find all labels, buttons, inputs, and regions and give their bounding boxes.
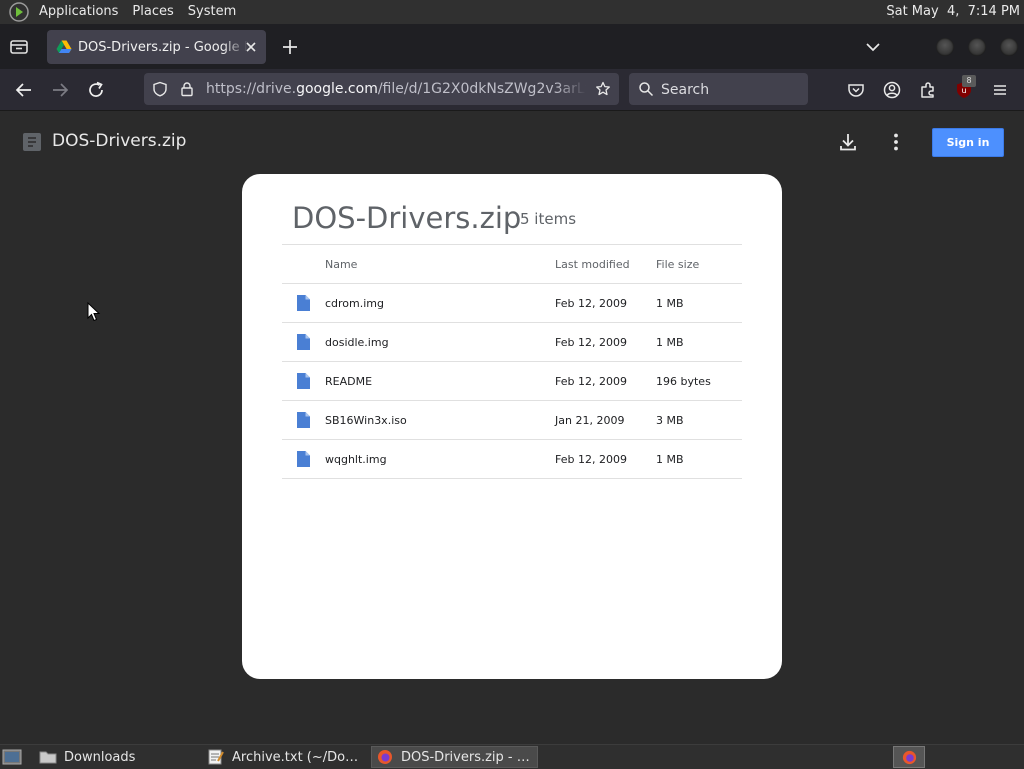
account-icon[interactable] — [882, 80, 902, 100]
lock-icon[interactable] — [179, 81, 195, 97]
search-icon — [639, 82, 654, 97]
file-modified: Jan 21, 2009 — [555, 400, 656, 440]
archive-title: DOS-Drivers.zip — [292, 201, 522, 235]
new-tab-icon[interactable] — [280, 37, 300, 57]
mouse-pointer-icon — [87, 302, 101, 322]
table-header-row: Name Last modified File size — [282, 244, 742, 284]
size-column-header: File size — [656, 244, 742, 284]
file-name: README — [325, 361, 555, 401]
archive-preview-card: DOS-Drivers.zip 5 items Name Last modifi… — [242, 174, 782, 679]
svg-text:u: u — [961, 86, 966, 95]
ublock-badge: 8 — [962, 75, 976, 87]
icon-column-header — [282, 244, 325, 284]
menu-places[interactable]: Places — [125, 0, 180, 24]
file-size: 1 MB — [656, 283, 742, 323]
menu-applications[interactable]: Applications — [32, 0, 125, 24]
maximize-window-button[interactable] — [968, 38, 986, 56]
taskbar-item-firefox[interactable]: DOS-Drivers.zip - Google Drive — [371, 746, 538, 768]
reload-icon[interactable] — [86, 80, 106, 100]
close-window-button[interactable] — [1000, 38, 1018, 56]
firefox-icon — [902, 750, 916, 765]
more-options-icon[interactable] — [884, 130, 908, 154]
file-size: 1 MB — [656, 439, 742, 479]
archive-file-table: Name Last modified File size cdrom.img F… — [282, 244, 742, 479]
chevron-down-icon[interactable] — [864, 38, 882, 56]
download-icon[interactable] — [836, 130, 860, 154]
taskbar-item-label: Downloads — [64, 749, 136, 765]
pocket-icon[interactable] — [846, 80, 866, 100]
archive-file-icon — [23, 133, 41, 151]
extensions-icon[interactable] — [918, 80, 938, 100]
file-name: cdrom.img — [325, 283, 555, 323]
document-icon — [297, 412, 310, 428]
taskbar-item-label: Archive.txt (~/Downloads) — [232, 749, 368, 765]
tray-firefox-launcher[interactable] — [893, 746, 925, 768]
viewer-file-name: DOS-Drivers.zip — [52, 131, 187, 151]
taskbar-item-downloads[interactable]: Downloads — [35, 746, 200, 768]
file-icon-cell — [282, 400, 325, 440]
name-column-header: Name — [325, 244, 555, 284]
file-icon-cell — [282, 322, 325, 362]
file-modified: Feb 12, 2009 — [555, 439, 656, 479]
sign-in-button[interactable]: Sign in — [932, 128, 1004, 157]
file-size: 1 MB — [656, 322, 742, 362]
desktop-top-panel: Applications Places System Sat May 4, 7:… — [0, 0, 1024, 24]
folder-icon — [39, 751, 57, 764]
firefox-view-icon[interactable] — [8, 36, 30, 58]
search-input[interactable] — [659, 73, 803, 107]
file-size: 196 bytes — [656, 361, 742, 401]
url-path: /file/d/1G2X0dkNsZWg2v3arLfhGw5 — [377, 81, 586, 97]
file-icon-cell — [282, 361, 325, 401]
tracking-shield-icon[interactable] — [152, 81, 168, 97]
taskbar-item-text-editor[interactable]: Archive.txt (~/Downloads) — [203, 746, 368, 768]
address-bar[interactable]: https://drive.google.com/file/d/1G2X0dkN… — [144, 73, 619, 105]
tab-drive[interactable]: DOS-Drivers.zip - Google Drive — [47, 30, 266, 64]
table-row[interactable]: wqghlt.img Feb 12, 2009 1 MB — [282, 439, 742, 479]
firefox-icon — [378, 750, 392, 764]
document-icon — [297, 295, 310, 311]
browser-nav-bar: https://drive.google.com/file/d/1G2X0dkN… — [0, 69, 1024, 111]
archive-item-count: 5 items — [520, 210, 577, 228]
document-icon — [297, 334, 310, 350]
taskbar-item-label: DOS-Drivers.zip - Google Drive — [401, 749, 537, 765]
table-row[interactable]: README Feb 12, 2009 196 bytes — [282, 361, 742, 401]
file-modified: Feb 12, 2009 — [555, 322, 656, 362]
file-icon-cell — [282, 439, 325, 479]
file-icon-cell — [282, 283, 325, 323]
file-name: SB16Win3x.iso — [325, 400, 555, 440]
hamburger-menu-icon[interactable] — [990, 80, 1010, 100]
table-row[interactable]: SB16Win3x.iso Jan 21, 2009 3 MB — [282, 400, 742, 440]
search-bar[interactable] — [629, 73, 808, 107]
google-drive-icon — [56, 40, 72, 53]
url-prefix: https://drive. — [206, 81, 297, 97]
file-name: dosidle.img — [325, 322, 555, 362]
desktop-taskbar: Downloads Archive.txt (~/Downloads) DOS-… — [0, 744, 1024, 769]
minimize-window-button[interactable] — [936, 38, 954, 56]
table-row[interactable]: cdrom.img Feb 12, 2009 1 MB — [282, 283, 742, 323]
url-host: google.com — [296, 81, 378, 97]
file-modified: Feb 12, 2009 — [555, 361, 656, 401]
text-editor-icon — [208, 749, 224, 765]
browser-tab-strip: DOS-Drivers.zip - Google Drive — [0, 24, 1024, 69]
viewer-header: DOS-Drivers.zip Sign in — [0, 111, 1024, 171]
desktop-logo-icon[interactable] — [8, 1, 30, 23]
menu-system[interactable]: System — [181, 0, 243, 24]
table-row[interactable]: dosidle.img Feb 12, 2009 1 MB — [282, 322, 742, 362]
tab-title: DOS-Drivers.zip - Google Drive — [78, 39, 248, 55]
bookmark-star-icon[interactable] — [595, 81, 611, 97]
file-size: 3 MB — [656, 400, 742, 440]
document-icon — [297, 451, 310, 467]
show-desktop-icon[interactable] — [2, 748, 22, 766]
modified-column-header: Last modified — [555, 244, 656, 284]
file-modified: Feb 12, 2009 — [555, 283, 656, 323]
url-text[interactable]: https://drive.google.com/file/d/1G2X0dkN… — [206, 73, 586, 105]
close-tab-icon[interactable] — [244, 40, 258, 54]
file-name: wqghlt.img — [325, 439, 555, 479]
clock[interactable]: Sat May 4, 7:14 PM — [886, 0, 1020, 24]
back-arrow-icon[interactable] — [14, 80, 34, 100]
document-icon — [297, 373, 310, 389]
forward-arrow-icon[interactable] — [50, 80, 70, 100]
